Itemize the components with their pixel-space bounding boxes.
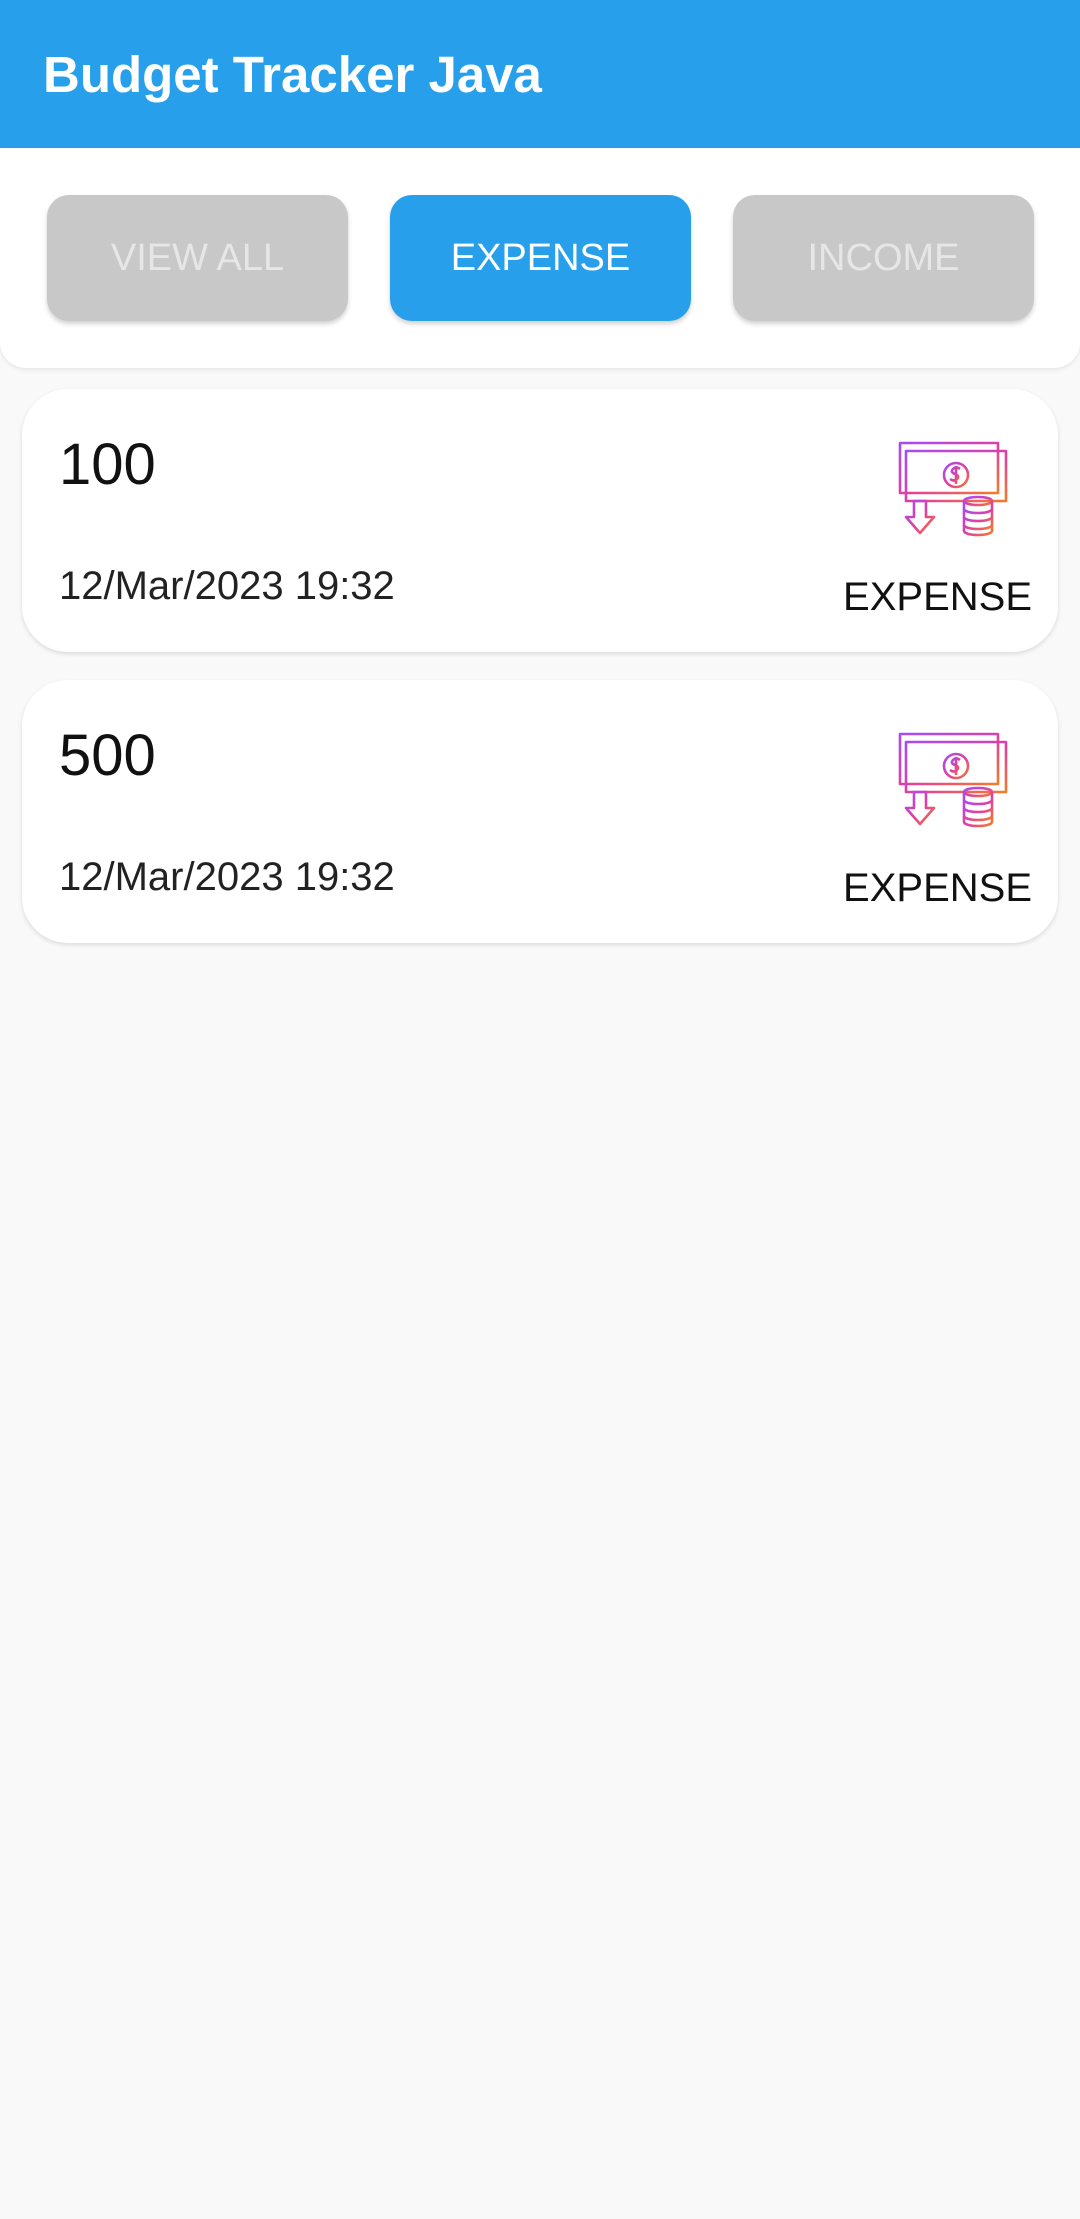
money-expense-icon <box>898 732 1008 828</box>
money-expense-icon <box>898 441 1008 537</box>
transaction-type: EXPENSE <box>843 866 1032 910</box>
transaction-date: 12/Mar/2023 19:32 <box>59 855 395 899</box>
expense-filter-button[interactable]: EXPENSE <box>390 195 691 321</box>
transaction-amount: 500 <box>59 723 156 788</box>
transaction-type: EXPENSE <box>843 575 1032 619</box>
transaction-card[interactable]: 100 12/Mar/2023 19:32 EXPENSE <box>22 389 1058 652</box>
income-filter-button[interactable]: INCOME <box>733 195 1034 321</box>
app-bar: Budget Tracker Java <box>0 0 1080 148</box>
transaction-amount: 100 <box>59 432 156 497</box>
app-title: Budget Tracker Java <box>43 45 542 103</box>
transaction-card[interactable]: 500 12/Mar/2023 19:32 EXPENSE <box>22 680 1058 943</box>
view-all-button[interactable]: VIEW ALL <box>47 195 348 321</box>
filter-bar: VIEW ALL EXPENSE INCOME <box>0 148 1080 368</box>
transaction-date: 12/Mar/2023 19:32 <box>59 564 395 608</box>
